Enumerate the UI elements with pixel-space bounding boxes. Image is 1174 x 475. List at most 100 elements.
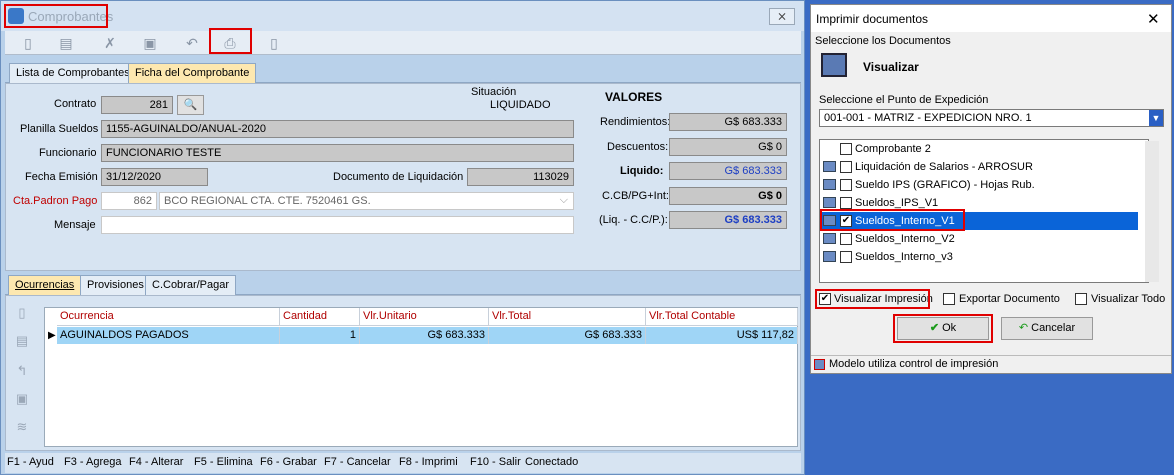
divider [811,355,1171,356]
status-f5: F5 - Elimina [194,456,253,468]
search-button[interactable]: 🔍 [177,95,204,115]
cta-code-field[interactable]: 862 [101,192,157,210]
cta-select-value: BCO REGIONAL CTA. CTE. 7520461 GS. [164,195,371,207]
save-icon[interactable]: ▣ [139,34,161,52]
status-f1: F1 - Ayud [7,456,54,468]
dialog-title: Imprimir documentos [816,12,929,26]
status-connection: Conectado [525,456,579,468]
copy-row-icon[interactable]: ▤ [13,333,31,351]
cancelar-button[interactable]: ↶ Cancelar [1001,317,1093,340]
title-bar: Comprobantes ⨯ [1,1,804,31]
tab-ficha[interactable]: Ficha del Comprobante [128,63,257,83]
chevron-down-icon: ▼ [1149,110,1163,126]
copy-icon[interactable]: ▤ [55,34,77,52]
visualizar-label: Visualizar [863,60,919,74]
undo-icon[interactable]: ↶ [181,34,203,52]
doc-item-label: Sueldos_IPS_V1 [855,197,939,209]
rend-field: G$ 683.333 [669,113,787,131]
col-ocurrencia[interactable]: Ocurrencia [57,308,280,326]
docs-scrollbar[interactable] [1145,141,1159,282]
tabstrip-detail: Ocurrencias Provisiones C.Cobrar/Pagar [5,275,801,295]
cancelar-label: Cancelar [1031,322,1076,334]
col-vlr-unitario[interactable]: Vlr.Unitario [360,308,489,326]
cell-vlr-total[interactable]: G$ 683.333 [489,327,646,344]
cell-cantidad[interactable]: 1 [280,327,360,344]
vis-todo-label: Visualizar Todo [1091,293,1166,305]
delete-icon[interactable]: ✗ [99,34,121,52]
highlight-vis-imp [815,289,930,309]
cell-ocurrencia[interactable]: AGUINALDOS PAGADOS [57,327,280,344]
col-vlr-total[interactable]: Vlr.Total [489,308,646,326]
doc-item[interactable]: Sueldo IPS (GRAFICO) - Hojas Rub. [820,176,1138,194]
doc-item[interactable]: Comprobante 2 [820,140,1138,158]
undo-icon: ↶ [1018,322,1029,334]
new-row-icon[interactable]: ▯ [13,305,31,323]
report-icon [823,197,836,208]
status-bar: F1 - Ayud F3 - Agrega F4 - Alterar F5 - … [5,453,801,473]
report-warning-icon [814,359,825,370]
status-f10: F10 - Salir [470,456,521,468]
desc-field: G$ 0 [669,138,787,156]
liqcc-label: (Liq. - C.C/P.): [599,214,668,226]
doc-checkbox[interactable] [840,251,852,263]
planilla-field[interactable]: 1155-AGUINALDO/ANUAL-2020 [101,120,574,138]
doc-item-label: Liquidación de Salarios - ARROSUR [855,161,1033,173]
refresh-row-icon[interactable]: ≋ [13,419,31,437]
doc-item[interactable]: Sueldos_Interno_v3 [820,248,1138,266]
cell-vlr-unitario[interactable]: G$ 683.333 [360,327,489,344]
ccb-field: G$ 0 [669,187,787,205]
doc-liq-field[interactable]: 113029 [467,168,574,186]
col-vlr-total-contable[interactable]: Vlr.Total Contable [646,308,798,326]
doc-liq-label: Documento de Liquidación [333,171,464,183]
status-f4: F4 - Alterar [129,456,184,468]
dialog-close-icon[interactable]: ✕ [1147,10,1160,28]
mensaje-field[interactable] [101,216,574,234]
punto-select[interactable]: 001-001 - MATRIZ - EXPEDICION NRO. 1 ▼ [819,109,1164,127]
edit-row-icon[interactable]: ↰ [13,363,31,381]
cta-label: Cta.Padron Pago [13,195,98,207]
col-cantidad[interactable]: Cantidad [280,308,360,326]
doc-checkbox[interactable] [840,197,852,209]
tab-ocurrencias[interactable]: Ocurrencias [8,275,82,295]
exportar-checkbox[interactable] [943,293,955,305]
report-icon [823,179,836,190]
tab-ccobrar[interactable]: C.Cobrar/Pagar [145,275,237,295]
doc-item-label: Sueldo IPS (GRAFICO) - Hojas Rub. [855,179,1035,191]
desc-label: Descuentos: [607,141,669,153]
tabstrip-main: Lista de Comprobantes Ficha del Comproba… [5,63,801,83]
funcionario-field[interactable]: FUNCIONARIO TESTE [101,144,574,162]
doc-item-label: Sueldos_Interno_V2 [855,233,955,245]
vis-todo-checkbox[interactable] [1075,293,1087,305]
grid-side-toolbar: ▯ ▤ ↰ ▣ ≋ [7,303,39,449]
cta-select[interactable]: BCO REGIONAL CTA. CTE. 7520461 GS. ⌵ [159,192,574,210]
contrato-field[interactable]: 281 [101,96,173,114]
new-icon[interactable]: ▯ [17,34,39,52]
monitor-icon [821,53,847,77]
doc-checkbox[interactable] [840,143,852,155]
situacion-value: LIQUIDADO [490,99,551,111]
ccb-label: C.CB/PG+Int: [602,190,669,202]
cell-vlr-total-contable[interactable]: US$ 117,82 [646,327,798,344]
punto-label: Seleccione el Punto de Expedición [819,94,989,106]
contrato-label: Contrato [54,98,97,110]
valores-title: VALORES [605,90,663,104]
doc-item[interactable]: Liquidación de Salarios - ARROSUR [820,158,1138,176]
doc-item[interactable]: Sueldos_Interno_V2 [820,230,1138,248]
tab-lista[interactable]: Lista de Comprobantes [9,63,137,83]
toolbar: ▯ ▤ ✗ ▣ ↶ ⎙ ▯ [5,31,801,55]
status-f3: F3 - Agrega [64,456,122,468]
highlight-print [209,28,252,54]
save-row-icon[interactable]: ▣ [13,391,31,409]
tab-provisiones[interactable]: Provisiones [80,275,151,295]
exportar-label: Exportar Documento [959,293,1060,305]
exit-icon[interactable]: ▯ [263,34,285,52]
close-button[interactable]: ⨯ [769,8,795,25]
doc-checkbox[interactable] [840,161,852,173]
doc-item-label: Comprobante 2 [855,143,931,155]
doc-checkbox[interactable] [840,179,852,191]
fecha-field[interactable]: 31/12/2020 [101,168,208,186]
planilla-label: Planilla Sueldos [20,123,99,135]
liq-label: Liquido: [620,165,664,177]
doc-checkbox[interactable] [840,233,852,245]
chevron-down-icon: ⌵ [559,194,568,206]
